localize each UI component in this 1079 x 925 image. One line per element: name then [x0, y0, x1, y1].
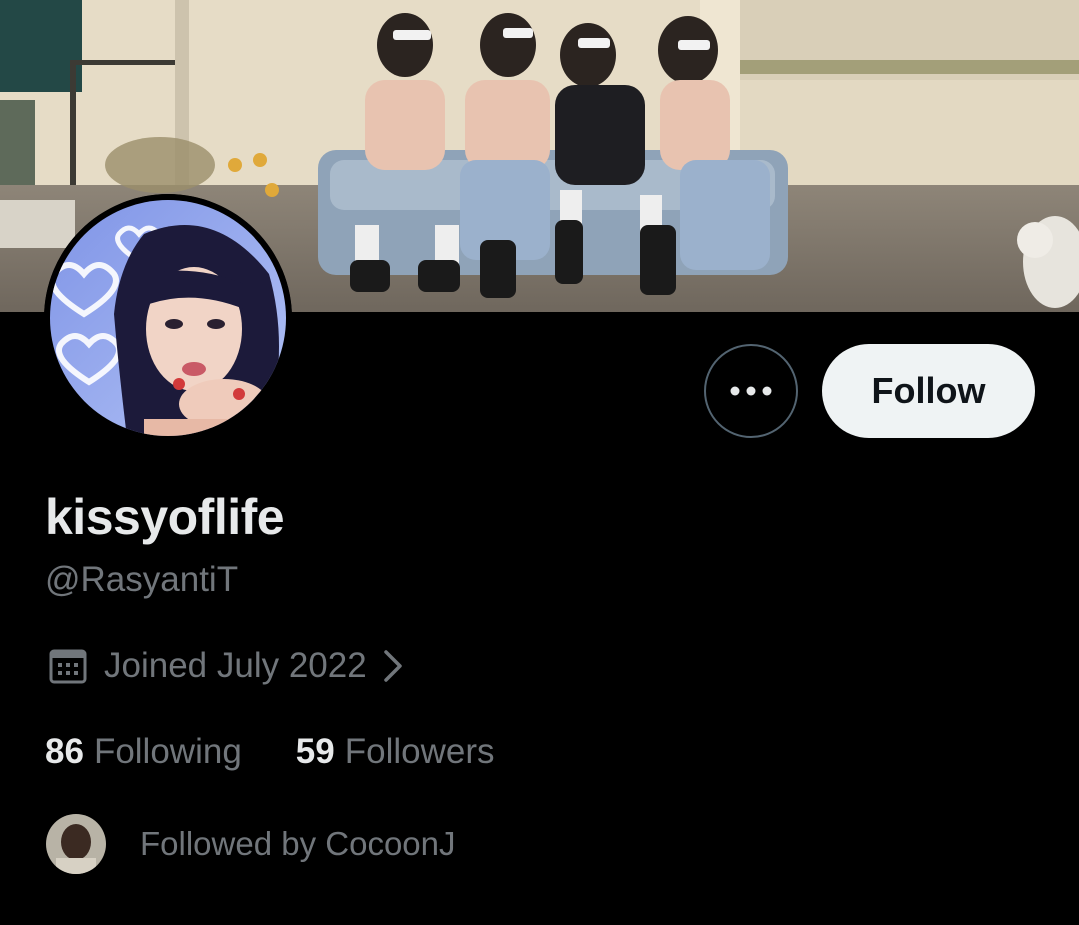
profile-avatar[interactable]: [44, 194, 292, 442]
follow-stats: 86 Following 59 Followers: [45, 732, 495, 772]
follow-button[interactable]: Follow: [822, 344, 1035, 438]
followed-by-row[interactable]: Followed by CocoonJ: [46, 814, 456, 874]
user-handle: @RasyantiT: [45, 560, 239, 599]
followers-label: Followers: [344, 732, 495, 771]
display-name: kissyoflife: [45, 489, 285, 545]
following-count: 86: [45, 732, 84, 771]
calendar-icon: [49, 649, 87, 684]
followers-count: 59: [295, 732, 335, 771]
following-label: Following: [93, 732, 242, 771]
joined-date: Joined July 2022: [104, 646, 367, 685]
more-options-button[interactable]: [704, 344, 798, 438]
chevron-right-icon[interactable]: [381, 648, 405, 684]
follower-avatar[interactable]: [46, 814, 106, 874]
followed-by-text: Followed by CocoonJ: [140, 825, 456, 862]
more-horizontal-icon: [730, 386, 772, 396]
following-link[interactable]: 86 Following: [45, 732, 242, 772]
followers-link[interactable]: 59 Followers: [296, 732, 495, 772]
joined-date-row[interactable]: Joined July 2022: [48, 644, 405, 688]
